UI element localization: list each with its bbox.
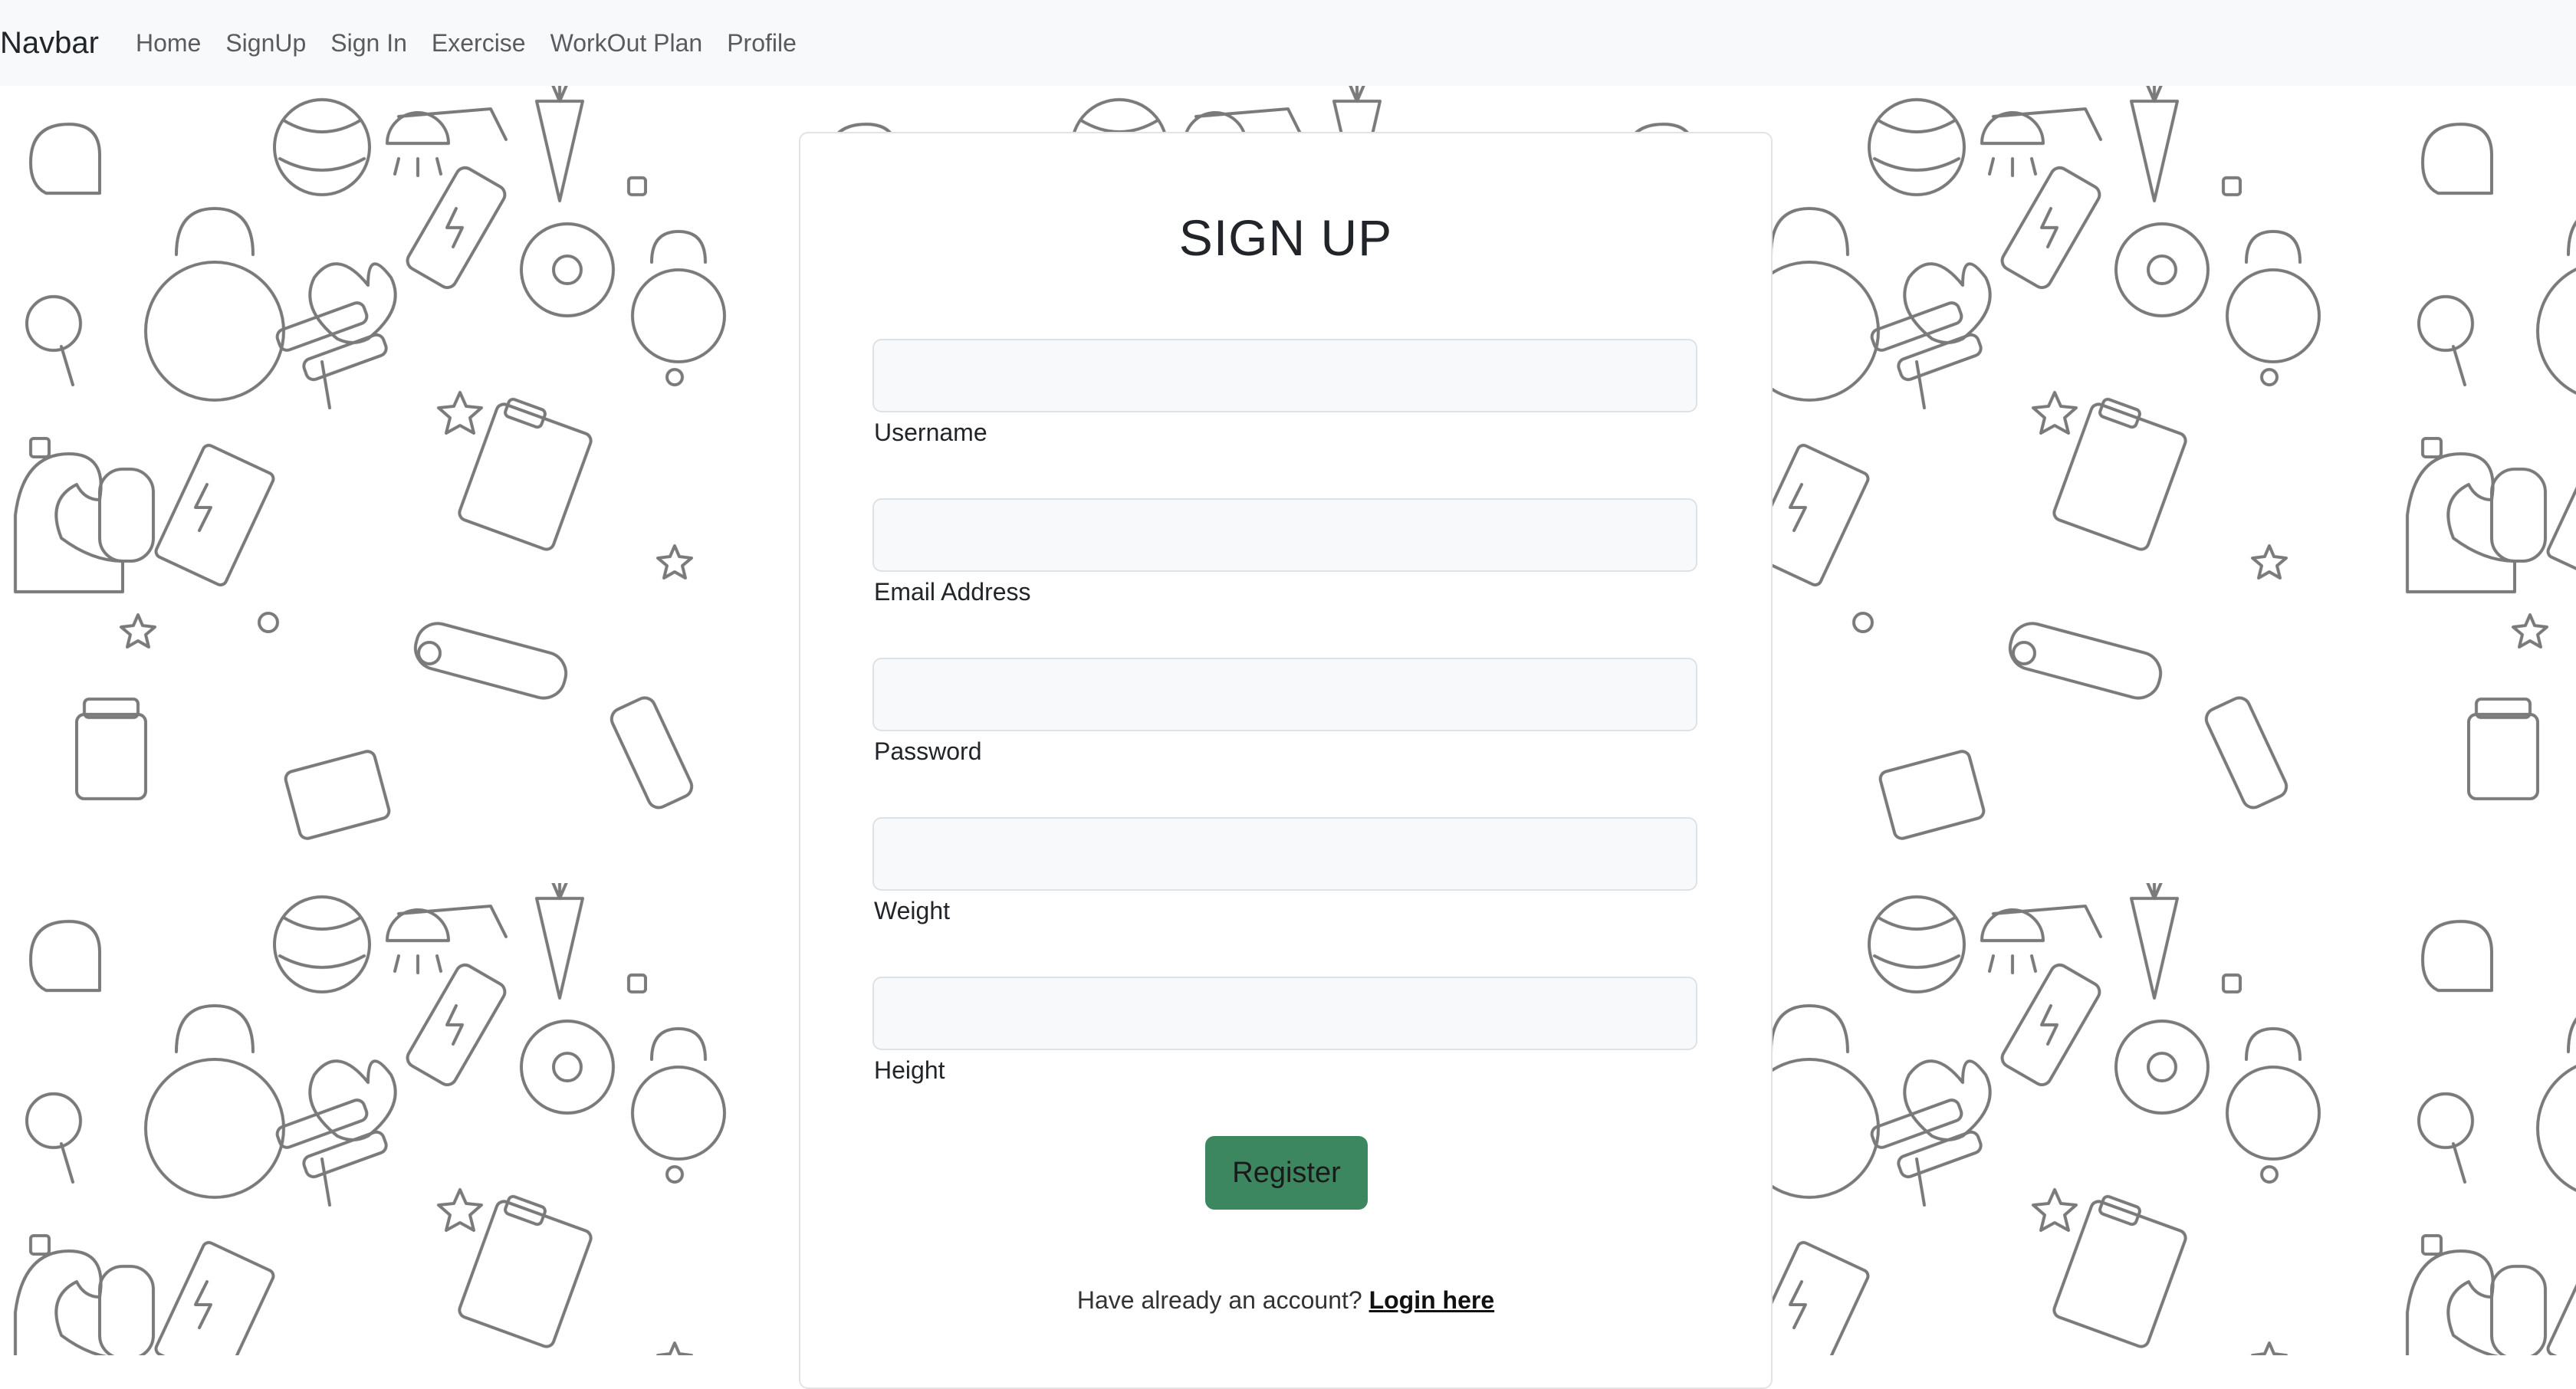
top-navbar: Navbar Home SignUp Sign In Exercise Work… [0,0,2576,86]
password-input[interactable] [872,658,1697,731]
nav-link-home[interactable]: Home [136,29,201,57]
username-label: Username [874,419,987,446]
username-group: Username [872,339,1697,447]
login-prompt-text: Have already an account? [1076,1286,1362,1314]
username-input[interactable] [872,339,1697,412]
nav-link-profile[interactable]: Profile [727,29,797,57]
email-label: Email Address [874,578,1031,606]
height-input[interactable] [872,977,1697,1050]
page-title: SIGN UP [1178,209,1393,266]
height-group: Height [872,977,1697,1085]
weight-label: Weight [874,897,951,924]
nav-link-signin[interactable]: Sign In [330,29,407,57]
password-label: Password [874,737,982,765]
login-link[interactable]: Login here [1369,1286,1495,1314]
weight-group: Weight [872,817,1697,925]
nav-link-exercise[interactable]: Exercise [432,29,526,57]
register-button[interactable]: Register [1205,1136,1368,1210]
nav-link-workout-plan[interactable]: WorkOut Plan [550,29,703,57]
nav-link-signup[interactable]: SignUp [225,29,306,57]
navbar-brand[interactable]: Navbar [0,26,99,61]
login-prompt: Have already an account? Login here [800,1286,1771,1315]
email-group: Email Address [872,498,1697,606]
height-label: Height [874,1056,945,1084]
password-group: Password [872,658,1697,766]
signup-card: SIGN UP Username Email Address Password … [799,132,1773,1389]
email-input[interactable] [872,498,1697,572]
weight-input[interactable] [872,817,1697,891]
